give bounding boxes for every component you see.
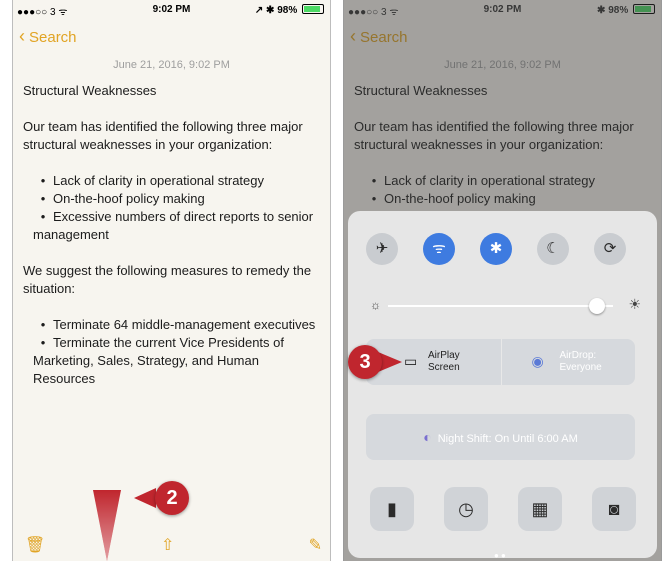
note-date: June 21, 2016, 9:02 PM: [444, 59, 561, 71]
wifi-toggle[interactable]: ᯤ: [423, 233, 455, 265]
status-right-text: ↗ ✱ 98%: [254, 5, 298, 16]
night-shift-icon: ◐: [423, 429, 432, 445]
note-suggestion: We suggest the following measures to rem…: [23, 263, 312, 296]
airdrop-line2: Everyone: [559, 362, 602, 373]
calculator-icon: ▦: [531, 499, 549, 519]
right-phone-screen: ●●●○○ 3 ᯤ 9:02 PM ✱ 98% ‹ Search June 21,…: [343, 0, 662, 561]
note-body: Structural Weaknesses Our team has ident…: [354, 82, 652, 208]
list-item: Terminate the current Vice Presidents of…: [23, 334, 321, 388]
timer-icon: ◷: [458, 499, 474, 519]
airplay-airdrop-row: ▭ AirPlay Screen ◉ AirDrop: Everyone: [366, 339, 635, 385]
share-icon[interactable]: ⇧: [161, 535, 174, 555]
brightness-track[interactable]: [388, 305, 613, 307]
list-item: On-the-hoof policy making: [23, 190, 321, 208]
airdrop-button[interactable]: ◉ AirDrop: Everyone: [500, 339, 637, 385]
brightness-slider[interactable]: ☼ ☀: [370, 296, 641, 316]
status-right: ↗ ✱ 98%: [255, 4, 324, 16]
airdrop-label: AirDrop: Everyone: [560, 350, 602, 374]
compose-icon[interactable]: ✎: [309, 535, 322, 555]
callout-badge-2: 2: [155, 481, 189, 515]
note-body[interactable]: Structural Weaknesses Our team has ident…: [23, 82, 321, 388]
list-item: Lack of clarity in operational strategy: [354, 172, 652, 190]
brightness-low-icon: ☼: [370, 298, 381, 312]
airplay-icon: ▭: [404, 353, 418, 369]
note-intro: Our team has identified the following th…: [354, 119, 634, 152]
brightness-high-icon: ☀: [628, 296, 641, 312]
night-shift-label: Night Shift: On Until 6:00 AM: [437, 433, 578, 445]
bluetooth-icon: ✱: [489, 240, 503, 257]
do-not-disturb-toggle[interactable]: ☾: [537, 233, 569, 265]
airplay-label: AirPlay Screen: [428, 350, 460, 374]
note-date: June 21, 2016, 9:02 PM: [113, 59, 230, 71]
airplay-line1: AirPlay: [428, 350, 460, 361]
brightness-knob[interactable]: [589, 298, 606, 314]
moon-icon: ☾: [546, 240, 560, 257]
back-button[interactable]: ‹ Search: [19, 26, 77, 47]
bottom-toolbar: 🗑︎ ⇧ ✎: [13, 533, 330, 561]
rotation-lock-icon: ⟳: [603, 240, 617, 257]
airplane-mode-toggle[interactable]: ✈: [366, 233, 398, 265]
callout-badge-3: 3: [348, 345, 382, 379]
battery-icon: [302, 4, 324, 14]
list-item: Lack of clarity in operational strategy: [23, 172, 321, 190]
list-item: Excessive numbers of direct reports to s…: [23, 208, 321, 244]
page-indicator: ● ●: [494, 551, 506, 560]
back-label: Search: [29, 29, 77, 46]
note-title: Structural Weaknesses: [23, 83, 157, 98]
note-intro: Our team has identified the following th…: [23, 119, 303, 152]
trash-icon[interactable]: 🗑︎: [25, 535, 45, 555]
flashlight-icon: ▮: [387, 499, 397, 519]
quick-tools: ▮ ◷ ▦ ◙: [366, 487, 639, 533]
night-shift-button[interactable]: ◐ Night Shift: On Until 6:00 AM: [366, 414, 635, 460]
chevron-left-icon: ‹: [19, 26, 25, 46]
airdrop-line1: AirDrop:: [559, 350, 597, 361]
battery-icon: [633, 4, 655, 14]
rotation-lock-toggle[interactable]: ⟳: [594, 233, 626, 265]
back-button[interactable]: ‹ Search: [350, 26, 408, 47]
airplay-line2: Screen: [428, 362, 460, 373]
airdrop-icon: ◉: [531, 353, 544, 369]
camera-icon: ◙: [608, 499, 620, 519]
control-center-panel: ✈ ᯤ ✱ ☾ ⟳ ☼ ☀ ▭ AirPlay Screen ◉ AirDrop…: [348, 211, 657, 558]
airplane-icon: ✈: [375, 240, 389, 257]
bluetooth-toggle[interactable]: ✱: [480, 233, 512, 265]
left-phone-screen: ●●●○○ 3 ᯤ 9:02 PM ↗ ✱ 98% ‹ Search June 2…: [12, 0, 331, 561]
timer-button[interactable]: ◷: [444, 487, 488, 531]
back-label: Search: [360, 29, 408, 46]
note-title: Structural Weaknesses: [354, 83, 488, 98]
list-item: Terminate 64 middle-management executive…: [23, 316, 321, 334]
list-item-text: Excessive numbers of direct reports to s…: [33, 209, 314, 242]
wifi-icon: ᯤ: [432, 240, 446, 257]
chevron-left-icon: ‹: [350, 26, 356, 46]
status-bar: ●●●○○ 3 ᯤ 9:02 PM ✱ 98%: [344, 0, 661, 18]
calculator-button[interactable]: ▦: [518, 487, 562, 531]
status-right: ✱ 98%: [597, 4, 655, 16]
camera-button[interactable]: ◙: [592, 487, 636, 531]
connectivity-toggles: ✈ ᯤ ✱ ☾ ⟳: [366, 233, 639, 265]
flashlight-button[interactable]: ▮: [370, 487, 414, 531]
status-bar: ●●●○○ 3 ᯤ 9:02 PM ↗ ✱ 98%: [13, 0, 330, 18]
status-right-text: ✱ 98%: [597, 5, 629, 16]
list-item: On-the-hoof policy making: [354, 190, 652, 208]
callout-pointer: [134, 488, 156, 508]
